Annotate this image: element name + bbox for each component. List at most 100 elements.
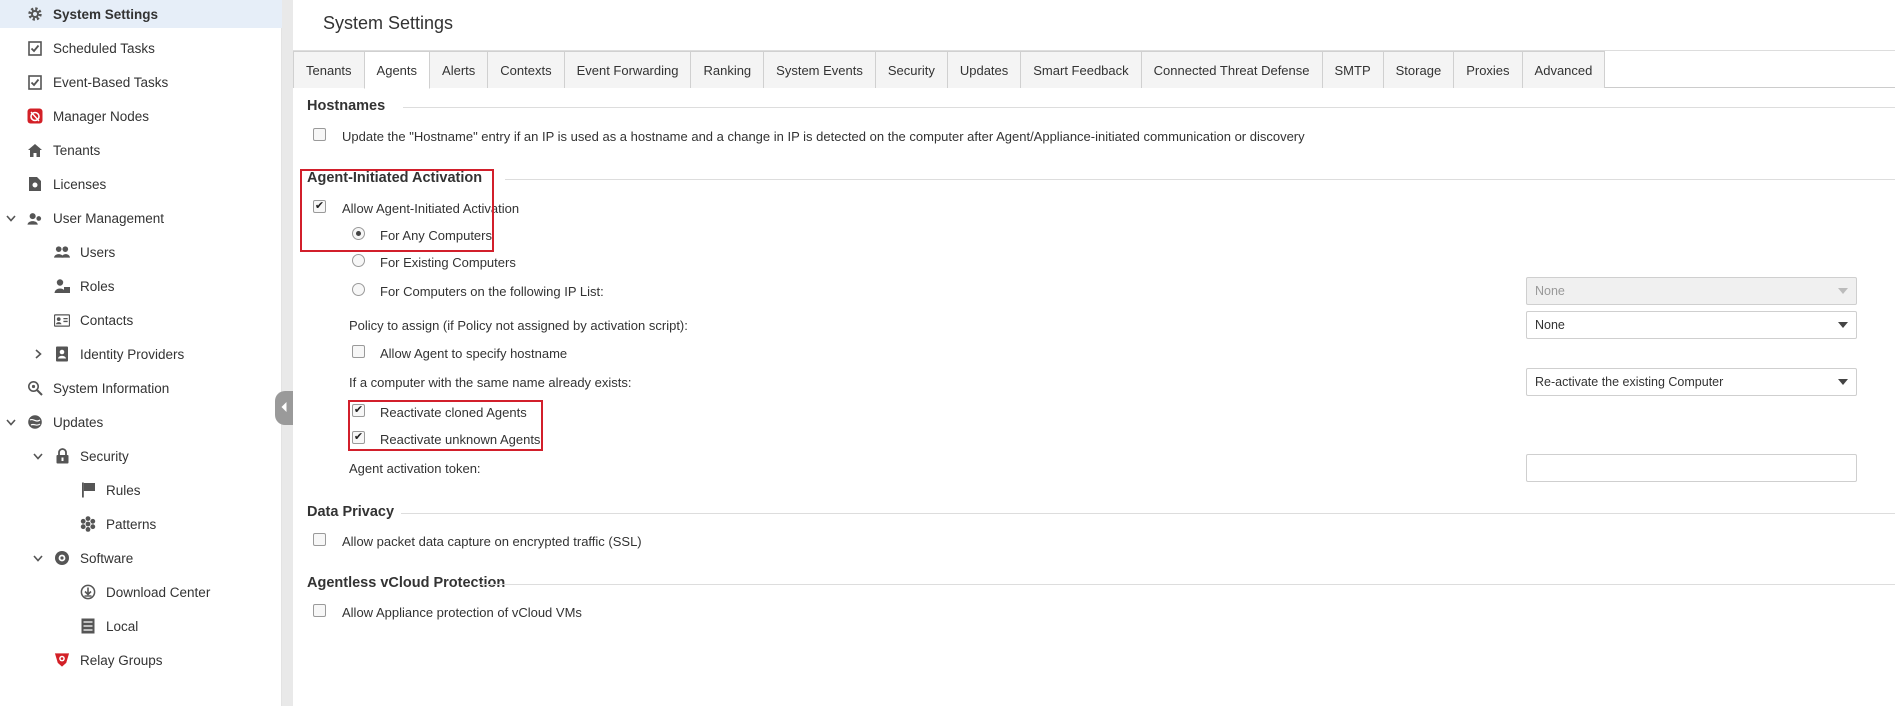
flag-icon bbox=[80, 482, 96, 498]
sidebar-item-relay-groups[interactable]: Relay Groups bbox=[54, 646, 163, 674]
divider bbox=[401, 513, 1895, 514]
tab-smtp[interactable]: SMTP bbox=[1321, 51, 1384, 88]
highlight-box-activation bbox=[300, 169, 494, 252]
sidebar-item-tenants[interactable]: Tenants bbox=[27, 136, 100, 164]
sidebar-item-download-center[interactable]: Download Center bbox=[80, 578, 210, 606]
vcloud-protection-label: Allow Appliance protection of vCloud VMs bbox=[342, 605, 582, 620]
chevron-down-icon[interactable] bbox=[5, 416, 17, 428]
tab-advanced[interactable]: Advanced bbox=[1521, 51, 1606, 88]
ip-list-select: None bbox=[1526, 277, 1857, 305]
users-icon bbox=[27, 210, 43, 226]
sidebar-item-label: Tenants bbox=[53, 142, 101, 158]
section-title-data-privacy: Data Privacy bbox=[307, 504, 395, 520]
sidebar-item-software[interactable]: Software bbox=[33, 544, 134, 572]
allow-hostname-label: Allow Agent to specify hostname bbox=[380, 346, 568, 361]
relay-icon bbox=[54, 652, 70, 668]
divider bbox=[403, 107, 1895, 108]
sidebar-item-roles[interactable]: Roles bbox=[54, 272, 115, 300]
radio-existing-computers-label: For Existing Computers bbox=[380, 255, 516, 270]
sidebar-item-label: Download Center bbox=[106, 584, 211, 600]
sidebar-item-label: Patterns bbox=[106, 516, 157, 532]
contact-card-icon bbox=[54, 312, 70, 328]
tab-system-events[interactable]: System Events bbox=[763, 51, 876, 88]
sidebar-item-label: Updates bbox=[53, 414, 104, 430]
manager-node-icon bbox=[27, 108, 43, 124]
tab-connected-threat-defense[interactable]: Connected Threat Defense bbox=[1140, 51, 1323, 88]
tab-alerts[interactable]: Alerts bbox=[429, 51, 489, 88]
tab-ranking[interactable]: Ranking bbox=[690, 51, 765, 88]
same-name-select-value: Re-activate the existing Computer bbox=[1535, 375, 1724, 389]
tab-updates[interactable]: Updates bbox=[946, 51, 1022, 88]
sidebar-item-label: Scheduled Tasks bbox=[53, 40, 155, 56]
activation-token-label: Agent activation token: bbox=[349, 461, 481, 476]
chevron-down-icon bbox=[1838, 288, 1848, 294]
tab-event-forwarding[interactable]: Event Forwarding bbox=[563, 51, 692, 88]
task-icon bbox=[27, 74, 43, 90]
sidebar-item-label: User Management bbox=[53, 210, 165, 226]
main-panel: System Settings Tenants Agents Alerts Co… bbox=[293, 0, 1895, 706]
tab-storage[interactable]: Storage bbox=[1382, 51, 1455, 88]
sidebar: System Settings Scheduled Tasks Event-Ba… bbox=[0, 0, 282, 706]
sidebar-splitter[interactable] bbox=[282, 0, 293, 706]
tab-proxies[interactable]: Proxies bbox=[1453, 51, 1523, 88]
tab-tenants[interactable]: Tenants bbox=[293, 51, 365, 88]
activation-token-input[interactable] bbox=[1526, 454, 1857, 482]
radio-ip-list-label: For Computers on the following IP List: bbox=[380, 284, 604, 299]
globe-icon bbox=[27, 414, 43, 430]
tab-smart-feedback[interactable]: Smart Feedback bbox=[1020, 51, 1142, 88]
home-icon bbox=[27, 142, 43, 158]
sidebar-item-local[interactable]: Local bbox=[80, 612, 138, 640]
update-hostname-checkbox[interactable] bbox=[313, 128, 326, 141]
policy-label: Policy to assign (if Policy not assigned… bbox=[349, 318, 688, 333]
sidebar-item-rules[interactable]: Rules bbox=[80, 476, 141, 504]
divider bbox=[476, 584, 1895, 585]
sidebar-item-label: System Information bbox=[53, 380, 170, 396]
same-name-select[interactable]: Re-activate the existing Computer bbox=[1526, 368, 1857, 396]
sidebar-item-users[interactable]: Users bbox=[54, 238, 115, 266]
users-icon bbox=[54, 244, 70, 260]
identity-icon bbox=[54, 346, 70, 362]
lock-icon bbox=[54, 448, 70, 464]
sidebar-item-contacts[interactable]: Contacts bbox=[54, 306, 133, 334]
ssl-capture-checkbox[interactable] bbox=[313, 533, 326, 546]
sidebar-item-system-settings[interactable]: System Settings bbox=[0, 0, 282, 28]
sidebar-item-event-based-tasks[interactable]: Event-Based Tasks bbox=[27, 68, 168, 96]
sidebar-item-scheduled-tasks[interactable]: Scheduled Tasks bbox=[27, 34, 155, 62]
chevron-right-icon[interactable] bbox=[32, 348, 44, 360]
pattern-icon bbox=[80, 516, 96, 532]
chevron-down-icon bbox=[1838, 379, 1848, 385]
sidebar-item-label: Software bbox=[80, 550, 134, 566]
role-icon bbox=[54, 278, 70, 294]
sidebar-item-identity-providers[interactable]: Identity Providers bbox=[34, 340, 184, 368]
vcloud-protection-checkbox[interactable] bbox=[313, 604, 326, 617]
section-title-hostnames: Hostnames bbox=[307, 98, 386, 114]
sidebar-item-user-management[interactable]: User Management bbox=[6, 204, 165, 232]
chevron-down-icon[interactable] bbox=[32, 450, 44, 462]
chevron-down-icon[interactable] bbox=[5, 212, 17, 224]
gear-icon bbox=[27, 6, 43, 22]
ssl-capture-label: Allow packet data capture on encrypted t… bbox=[342, 534, 642, 549]
sidebar-item-security[interactable]: Security bbox=[33, 442, 129, 470]
radio-ip-list-computers[interactable] bbox=[352, 283, 365, 296]
sidebar-item-label: Event-Based Tasks bbox=[53, 74, 169, 90]
chevron-down-icon[interactable] bbox=[32, 552, 44, 564]
sidebar-item-patterns[interactable]: Patterns bbox=[80, 510, 156, 538]
update-hostname-label: Update the "Hostname" entry if an IP is … bbox=[342, 129, 1305, 144]
same-name-label: If a computer with the same name already… bbox=[349, 375, 632, 390]
sidebar-item-licenses[interactable]: Licenses bbox=[27, 170, 106, 198]
section-title-vcloud-protection: Agentless vCloud Protection bbox=[307, 575, 506, 591]
divider bbox=[505, 179, 1895, 180]
sidebar-item-system-information[interactable]: System Information bbox=[27, 374, 169, 402]
tab-security[interactable]: Security bbox=[874, 51, 948, 88]
tab-agents[interactable]: Agents bbox=[363, 51, 431, 89]
allow-hostname-checkbox[interactable] bbox=[352, 345, 365, 358]
radio-existing-computers[interactable] bbox=[352, 254, 365, 267]
collapse-sidebar-button[interactable] bbox=[275, 391, 293, 425]
sidebar-item-manager-nodes[interactable]: Manager Nodes bbox=[27, 102, 149, 130]
download-icon bbox=[80, 584, 96, 600]
tab-contexts[interactable]: Contexts bbox=[487, 51, 565, 88]
policy-select[interactable]: None bbox=[1526, 311, 1857, 339]
sidebar-item-label: Contacts bbox=[80, 312, 134, 328]
page-title: System Settings bbox=[323, 13, 454, 33]
sidebar-item-updates[interactable]: Updates bbox=[6, 408, 104, 436]
